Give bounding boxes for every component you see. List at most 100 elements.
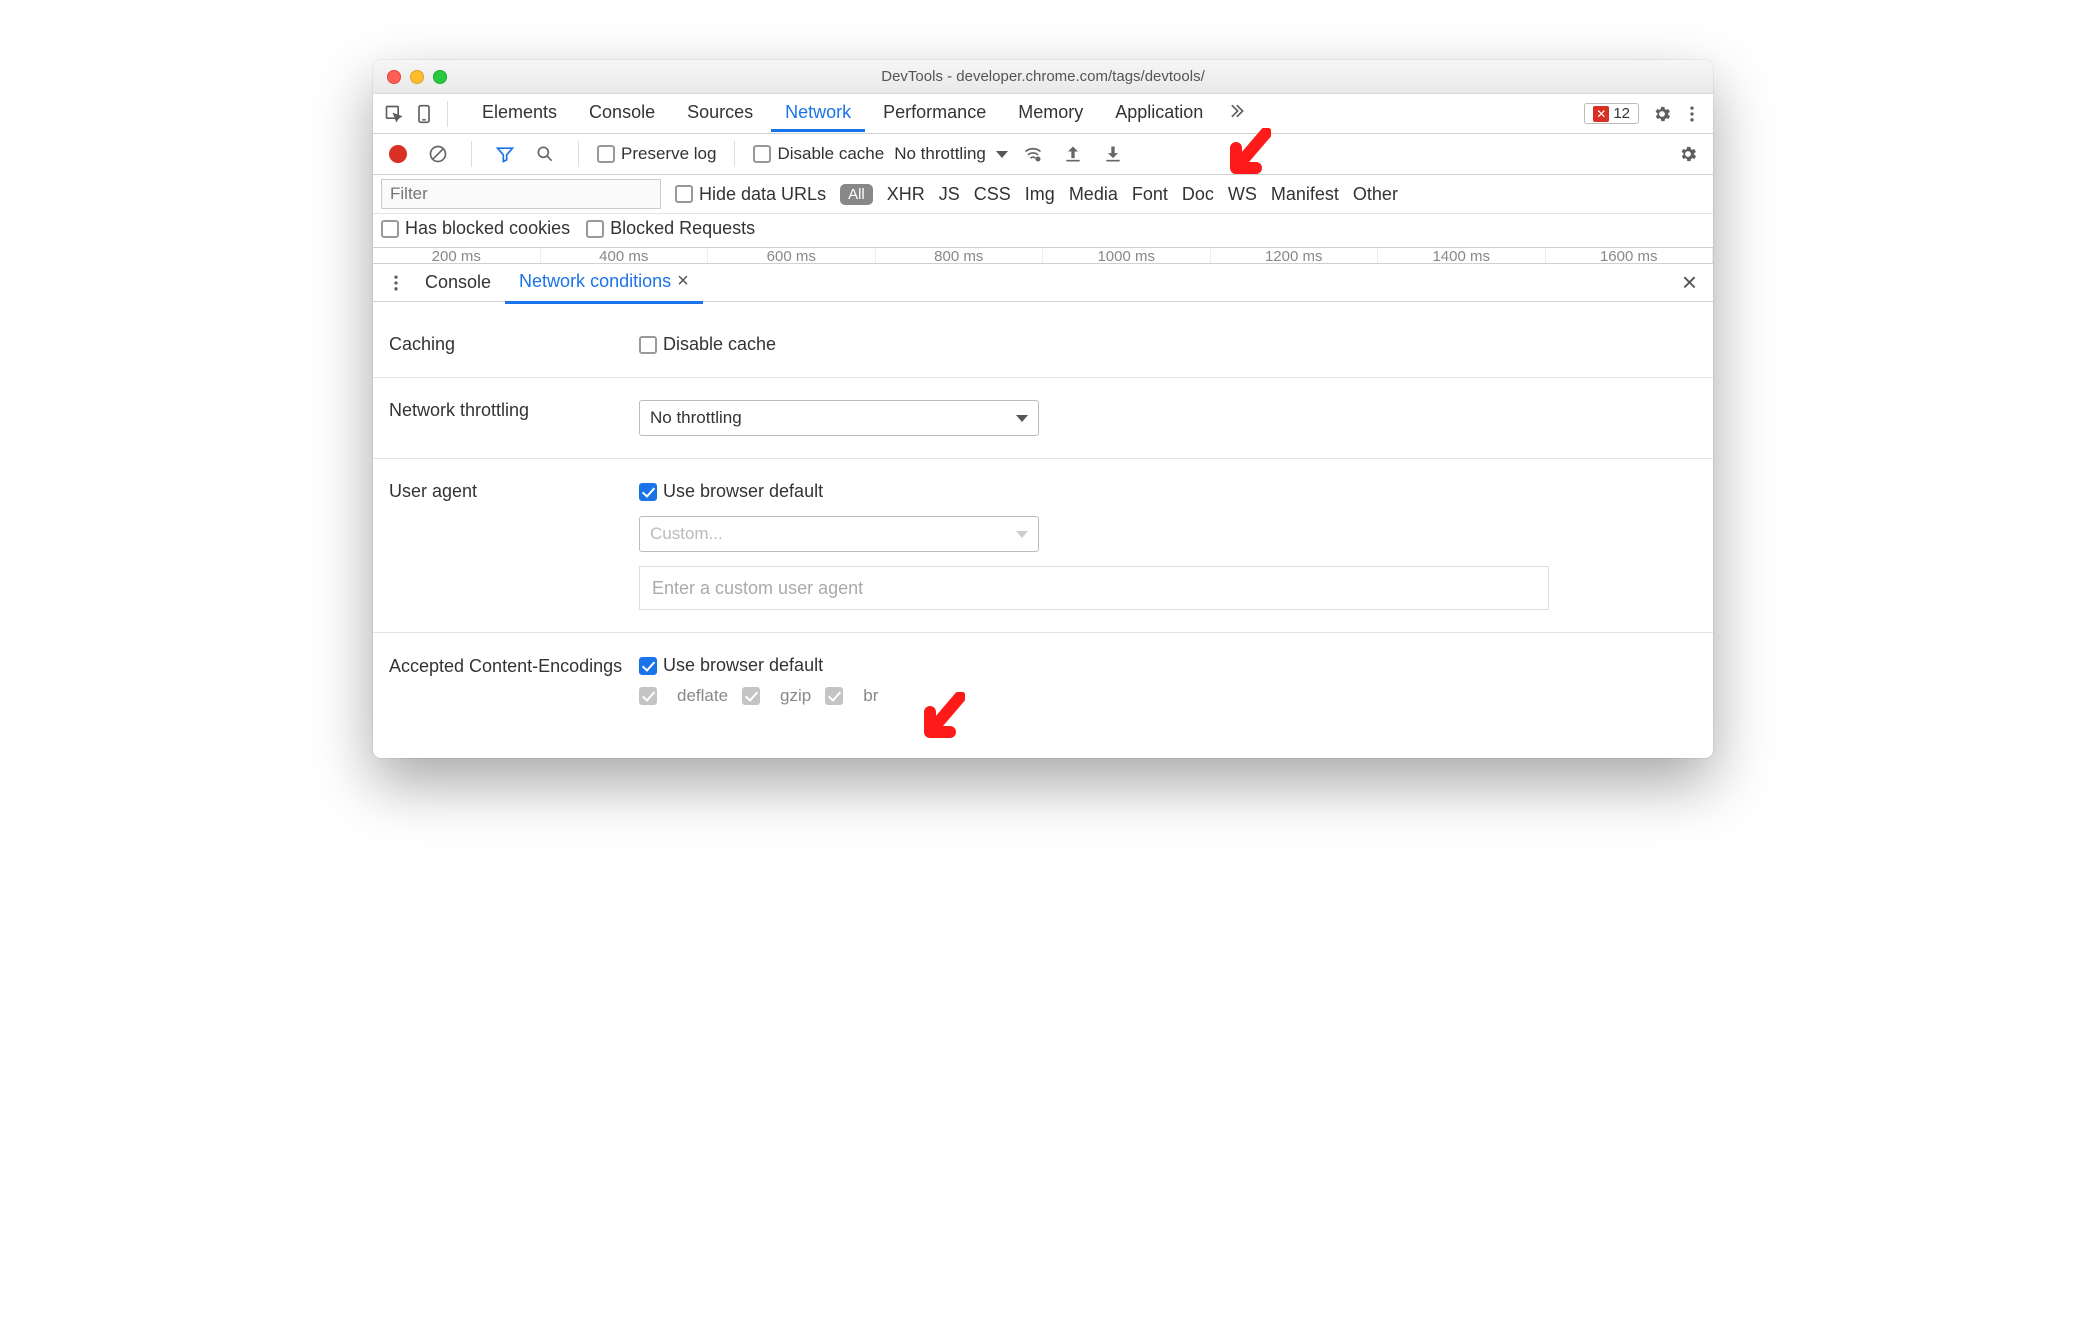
enc-default-label: Use browser default — [663, 655, 823, 676]
close-drawer-icon[interactable]: × — [1682, 267, 1697, 298]
timeline-tick: 800 ms — [876, 248, 1044, 263]
tab-network[interactable]: Network — [771, 96, 865, 132]
hide-data-urls-label: Hide data URLs — [699, 184, 826, 205]
record-button[interactable] — [383, 139, 413, 169]
download-har-icon[interactable] — [1098, 139, 1128, 169]
caret-down-icon — [1016, 415, 1028, 422]
blocked-requests-checkbox[interactable]: Blocked Requests — [586, 218, 755, 239]
drawer-tab-network-conditions[interactable]: Network conditions × — [505, 264, 703, 304]
filter-row: Hide data URLs All XHR JS CSS Img Media … — [373, 175, 1713, 214]
timeline-tick: 1600 ms — [1546, 248, 1714, 263]
filter-icon[interactable] — [490, 139, 520, 169]
network-toolbar: Preserve log Disable cache No throttling — [373, 134, 1713, 175]
blocked-requests-label: Blocked Requests — [610, 218, 755, 239]
tab-performance[interactable]: Performance — [869, 96, 1000, 131]
drawer-tab-console[interactable]: Console — [411, 266, 505, 299]
hide-data-urls-checkbox[interactable]: Hide data URLs — [675, 184, 826, 205]
separator — [734, 141, 735, 167]
window-title: DevTools - developer.chrome.com/tags/dev… — [373, 68, 1713, 85]
more-tabs-icon[interactable] — [1221, 96, 1251, 126]
ua-custom-select: Custom... — [639, 516, 1039, 552]
network-settings-gear-icon[interactable] — [1673, 139, 1703, 169]
timeline-tick: 200 ms — [373, 248, 541, 263]
tab-sources[interactable]: Sources — [673, 96, 767, 131]
drawer-kebab-icon[interactable] — [381, 268, 411, 298]
filter-type-img[interactable]: Img — [1025, 184, 1055, 205]
filter-input[interactable] — [381, 179, 661, 209]
device-toolbar-icon[interactable] — [409, 99, 439, 129]
disable-cache-label: Disable cache — [777, 144, 884, 164]
filter-type-js[interactable]: JS — [939, 184, 960, 205]
caching-label: Caching — [389, 334, 639, 355]
drawer-tab-label: Network conditions — [519, 271, 671, 292]
tab-memory[interactable]: Memory — [1004, 96, 1097, 131]
kebab-menu-icon[interactable] — [1677, 99, 1707, 129]
network-conditions-icon[interactable] — [1018, 139, 1048, 169]
br-label: br — [863, 686, 878, 706]
ua-custom-input — [639, 566, 1549, 610]
encodings-browser-default-checkbox[interactable]: Use browser default — [639, 655, 1697, 676]
encodings-options: deflate gzip br — [639, 686, 1697, 706]
filter-type-manifest[interactable]: Manifest — [1271, 184, 1339, 205]
content-encodings-label: Accepted Content-Encodings — [389, 655, 639, 706]
disable-cache-checkbox[interactable]: Disable cache — [753, 144, 884, 164]
filter-type-doc[interactable]: Doc — [1182, 184, 1214, 205]
separator — [471, 141, 472, 167]
throttling-select-value: No throttling — [650, 408, 742, 428]
deflate-checkbox — [639, 687, 657, 705]
devtools-window: DevTools - developer.chrome.com/tags/dev… — [373, 60, 1713, 758]
tab-application[interactable]: Application — [1101, 96, 1217, 131]
disable-cache-checkbox-panel[interactable]: Disable cache — [639, 334, 1697, 355]
close-tab-icon[interactable]: × — [677, 270, 689, 293]
throttling-value: No throttling — [894, 144, 986, 164]
network-conditions-panel: Caching Disable cache Network throttling… — [373, 302, 1713, 758]
tab-console[interactable]: Console — [575, 96, 669, 131]
preserve-log-label: Preserve log — [621, 144, 716, 164]
timeline-tick: 1400 ms — [1378, 248, 1546, 263]
timeline-tick: 1000 ms — [1043, 248, 1211, 263]
timeline-tick: 400 ms — [541, 248, 709, 263]
caret-down-icon — [1016, 531, 1028, 538]
main-tabs: Elements Console Sources Network Perform… — [468, 96, 1584, 131]
filter-type-xhr[interactable]: XHR — [887, 184, 925, 205]
disable-cache-label: Disable cache — [663, 334, 776, 355]
deflate-label: deflate — [677, 686, 728, 706]
filter-type-font[interactable]: Font — [1132, 184, 1168, 205]
timeline-tick: 600 ms — [708, 248, 876, 263]
settings-gear-icon[interactable] — [1647, 99, 1677, 129]
filter-type-media[interactable]: Media — [1069, 184, 1118, 205]
throttling-select-panel[interactable]: No throttling — [639, 400, 1039, 436]
throttling-select[interactable]: No throttling — [894, 144, 1008, 164]
has-blocked-cookies-checkbox[interactable]: Has blocked cookies — [381, 218, 570, 239]
upload-har-icon[interactable] — [1058, 139, 1088, 169]
ua-custom-value: Custom... — [650, 524, 723, 544]
tab-elements[interactable]: Elements — [468, 96, 571, 131]
error-icon: ✕ — [1593, 106, 1609, 122]
caching-row: Caching Disable cache — [373, 312, 1713, 378]
gzip-checkbox — [742, 687, 760, 705]
error-count-badge[interactable]: ✕ 12 — [1584, 103, 1639, 124]
inspect-element-icon[interactable] — [379, 99, 409, 129]
filter-type-all[interactable]: All — [840, 184, 873, 205]
timeline-tick: 1200 ms — [1211, 248, 1379, 263]
ua-browser-default-checkbox[interactable]: Use browser default — [639, 481, 1697, 502]
throttling-label: Network throttling — [389, 400, 639, 436]
titlebar: DevTools - developer.chrome.com/tags/dev… — [373, 60, 1713, 94]
network-timeline[interactable]: 200 ms 400 ms 600 ms 800 ms 1000 ms 1200… — [373, 248, 1713, 264]
main-tabs-row: Elements Console Sources Network Perform… — [373, 94, 1713, 134]
filter-type-css[interactable]: CSS — [974, 184, 1011, 205]
clear-icon[interactable] — [423, 139, 453, 169]
preserve-log-checkbox[interactable]: Preserve log — [597, 144, 716, 164]
user-agent-label: User agent — [389, 481, 639, 610]
user-agent-row: User agent Use browser default Custom... — [373, 459, 1713, 633]
caret-down-icon — [996, 151, 1008, 158]
gzip-label: gzip — [780, 686, 811, 706]
error-count: 12 — [1613, 105, 1630, 122]
filter-type-ws[interactable]: WS — [1228, 184, 1257, 205]
search-icon[interactable] — [530, 139, 560, 169]
separator — [578, 141, 579, 167]
content-encodings-row: Accepted Content-Encodings Use browser d… — [373, 633, 1713, 728]
has-blocked-cookies-label: Has blocked cookies — [405, 218, 570, 239]
filter-type-other[interactable]: Other — [1353, 184, 1398, 205]
throttling-row: Network throttling No throttling — [373, 378, 1713, 459]
